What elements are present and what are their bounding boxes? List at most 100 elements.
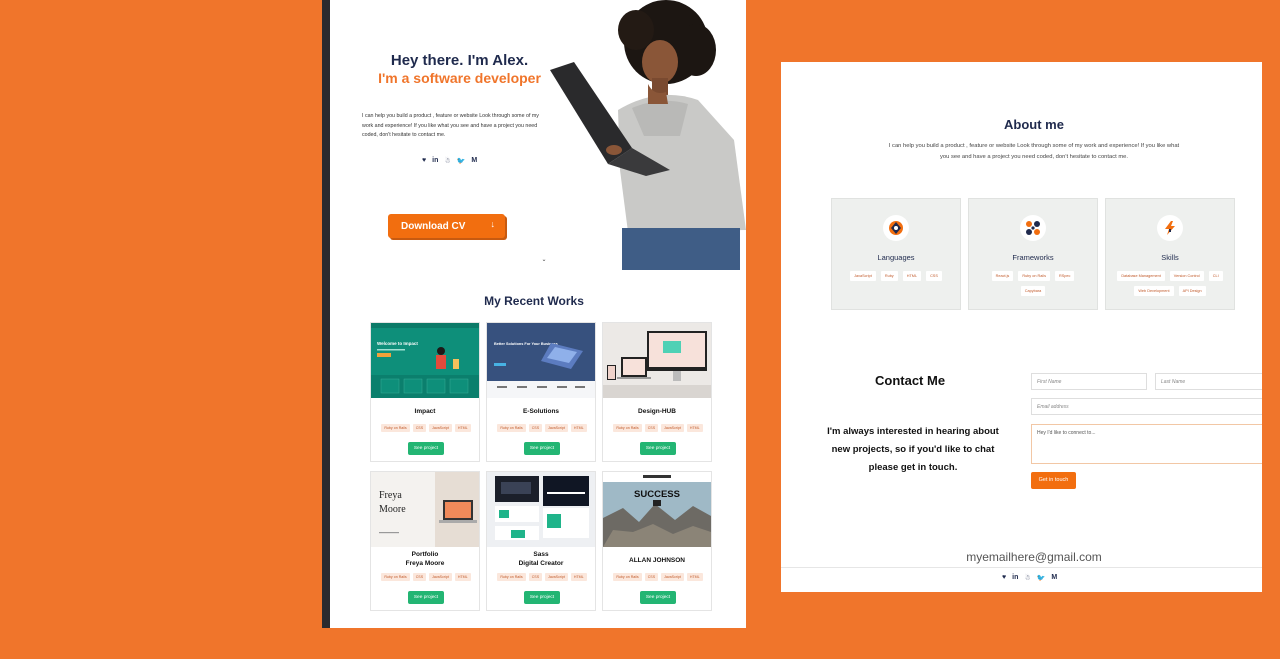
last-name-field[interactable]: Last Name xyxy=(1155,373,1262,390)
angellist-icon[interactable]: ♥ xyxy=(422,157,426,165)
angellist-icon[interactable]: ♥ xyxy=(1002,574,1006,582)
portfolio-landing-page: Hey there. I'm Alex. I'm a software deve… xyxy=(322,0,746,628)
work-name: ALLAN JOHNSON xyxy=(629,557,685,564)
contact-message: I'm always interested in hearing about n… xyxy=(827,426,999,473)
hero-social-links: ♥ in ☃ 🐦 M xyxy=(422,157,477,165)
work-tags: Ruby on Rails CSS JavaScript HTML xyxy=(493,573,591,581)
tag: HTML xyxy=(570,573,587,581)
hero-subtitle: I'm a software developer xyxy=(378,70,541,86)
tag: HTML xyxy=(570,424,587,432)
contact-title: Contact Me xyxy=(875,373,946,388)
tag: Database Management xyxy=(1117,271,1165,281)
tag: Version Control xyxy=(1169,271,1204,281)
tag: React.js xyxy=(991,271,1014,281)
tag: HTML xyxy=(454,573,471,581)
work-card-allan-johnson: SUCCESS ALLAN JOHNSON Ruby on Rails CSS … xyxy=(602,471,712,611)
skill-tags: Database Management Version Control CLI … xyxy=(1114,271,1226,296)
download-icon: ↓ xyxy=(490,219,496,229)
see-project-button[interactable]: See project xyxy=(524,591,560,604)
first-name-field[interactable]: First Name xyxy=(1031,373,1147,390)
work-tags: Ruby on Rails CSS JavaScript HTML xyxy=(377,424,475,432)
hero-description: I can help you build a product , feature… xyxy=(362,113,539,138)
skills-icon xyxy=(1157,215,1183,241)
work-thumb-text: Welcome to Impact xyxy=(377,341,418,346)
skill-card-title: Languages xyxy=(877,253,915,262)
frameworks-icon xyxy=(1020,215,1046,241)
tag: CSS xyxy=(412,424,427,432)
work-thumbnail: Freya Moore xyxy=(371,472,479,547)
tag: JavaScript xyxy=(429,424,452,432)
work-thumbnail: Better Solutions For Your Business xyxy=(487,323,595,398)
see-project-button[interactable]: See project xyxy=(524,442,560,455)
skill-card-title: Skills xyxy=(1161,253,1179,262)
tag: Ruby on Rails xyxy=(1018,271,1050,281)
skill-tags: React.js Ruby on Rails RSpec Capybara xyxy=(977,271,1089,296)
twitter-icon[interactable]: 🐦 xyxy=(457,157,466,165)
footer-social-links: ♥ in ☃ 🐦 M xyxy=(1002,574,1057,582)
see-project-button[interactable]: See project xyxy=(408,591,444,604)
github-icon[interactable]: ☃ xyxy=(1024,574,1030,582)
hero-title: Hey there. I'm Alex. xyxy=(390,52,529,69)
tag: HTML xyxy=(686,424,703,432)
download-cv-button[interactable]: Download CV ↓ xyxy=(388,214,505,238)
tag: RSpec xyxy=(1054,271,1075,281)
skill-tags: JavaScript Ruby HTML CSS xyxy=(840,271,952,281)
work-name: Portfolio Freya Moore xyxy=(405,551,445,567)
message-field[interactable]: Hey I'd like to connect to... xyxy=(1031,424,1262,464)
tag: CSS xyxy=(644,573,659,581)
work-name: E-Solutions xyxy=(522,408,560,415)
work-name: Sass Digital Creator xyxy=(518,551,564,567)
svg-text:Moore: Moore xyxy=(379,504,406,515)
about-contact-page: About me I can help you build a product … xyxy=(781,62,1262,592)
work-tags: Ruby on Rails CSS JavaScript HTML xyxy=(609,573,707,581)
tag: Capybara xyxy=(1020,286,1046,296)
twitter-icon[interactable]: 🐦 xyxy=(1037,574,1046,582)
skill-card-title: Frameworks xyxy=(1012,253,1054,262)
linkedin-icon[interactable]: in xyxy=(1012,574,1018,582)
frameworks-card: Frameworks React.js Ruby on Rails RSpec … xyxy=(968,198,1098,310)
work-tags: Ruby on Rails CSS JavaScript HTML xyxy=(377,573,475,581)
footer-email[interactable]: myemailhere@gmail.com xyxy=(781,550,1262,564)
hero-person-image xyxy=(550,0,746,270)
tag: HTML xyxy=(902,271,922,281)
tag: JavaScript xyxy=(661,573,684,581)
tag: JavaScript xyxy=(661,424,684,432)
tag: JavaScript xyxy=(429,573,452,581)
work-thumbnail: Welcome to Impact xyxy=(371,323,479,398)
tag: CSS xyxy=(412,573,427,581)
medium-icon[interactable]: M xyxy=(1051,574,1057,582)
tag: CSS xyxy=(528,573,543,581)
work-card-design-hub: Design-HUB Ruby on Rails CSS JavaScript … xyxy=(602,322,712,462)
tag: Ruby on Rails xyxy=(613,573,642,581)
tag: API Design xyxy=(1178,286,1206,296)
email-field[interactable]: Email address xyxy=(1031,398,1262,415)
tag: CLI xyxy=(1208,271,1223,281)
skills-card: Skills Database Management Version Contr… xyxy=(1105,198,1235,310)
linkedin-icon[interactable]: in xyxy=(432,157,438,165)
tag: CSS xyxy=(528,424,543,432)
work-thumbnail xyxy=(603,323,711,398)
languages-card: Languages JavaScript Ruby HTML CSS xyxy=(831,198,961,310)
tag: CSS xyxy=(644,424,659,432)
see-project-button[interactable]: See project xyxy=(408,442,444,455)
tag: Ruby on Rails xyxy=(381,573,410,581)
work-card-freya-moore: Freya Moore Portfolio Freya Moore Ruby o… xyxy=(370,471,480,611)
tag: Ruby xyxy=(880,271,898,281)
see-project-button[interactable]: See project xyxy=(640,591,676,604)
work-thumb-text: Freya xyxy=(379,490,402,501)
tag: JavaScript xyxy=(545,424,568,432)
tag: CSS xyxy=(926,271,942,281)
about-description: I can help you build a product , feature… xyxy=(888,143,1180,160)
work-card-sass: Sass Digital Creator Ruby on Rails CSS J… xyxy=(486,471,596,611)
tag: Ruby on Rails xyxy=(497,573,526,581)
tag: JavaScript xyxy=(850,271,876,281)
get-in-touch-button[interactable]: Get in touch xyxy=(1031,472,1076,489)
work-thumb-text: SUCCESS xyxy=(634,489,680,500)
work-card-e-solutions: Better Solutions For Your Business E-Sol… xyxy=(486,322,596,462)
recent-works-title: My Recent Works xyxy=(484,294,584,308)
see-project-button[interactable]: See project xyxy=(640,442,676,455)
medium-icon[interactable]: M xyxy=(471,157,477,165)
footer-divider xyxy=(781,567,1262,568)
work-thumb-text: Better Solutions For Your Business xyxy=(494,342,558,346)
github-icon[interactable]: ☃ xyxy=(444,157,450,165)
